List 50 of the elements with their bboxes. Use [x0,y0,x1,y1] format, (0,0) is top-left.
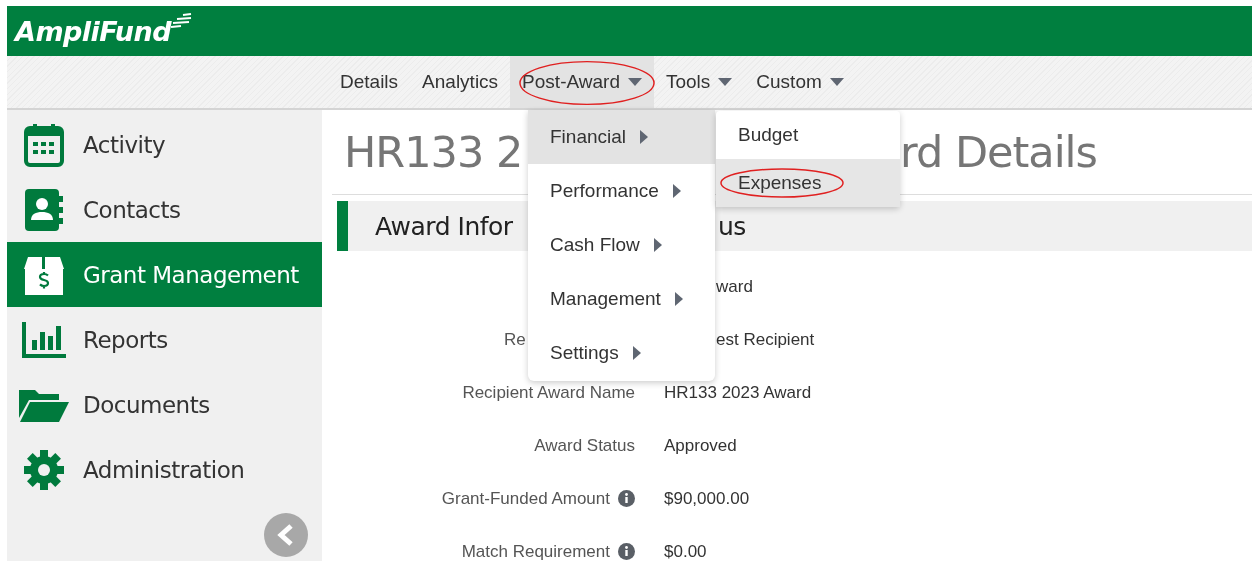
field-value: HR133 2023 Award [664,382,812,403]
nav-tab[interactable]: Details [328,56,411,108]
nav-tab[interactable]: Custom [744,56,856,108]
field-label: Match Requirement [461,541,610,561]
submenu-arrow-icon [674,292,683,306]
sidebar-item[interactable]: Documents [7,372,322,437]
folder-icon [19,387,69,422]
field-label: Grant-Funded Amount [441,488,610,509]
bar-chart-icon [22,321,66,358]
caret-icon [627,78,642,86]
field-value: $0.00 [664,541,707,561]
field-label: Recipient Award Name [462,382,635,403]
calendar-icon [24,122,64,167]
sidebar-item[interactable]: Activity [7,112,322,177]
caret-icon [829,78,844,86]
info-icon[interactable] [618,490,635,507]
info-icon[interactable] [618,543,635,560]
submenu-arrow-icon [632,346,641,360]
logo[interactable]: AmpliFund [15,15,171,47]
sidebar-item[interactable]: Grant Management [7,242,322,307]
section-title: Award Infor [375,211,514,241]
field-value: est Recipient [715,329,815,350]
menu-item[interactable]: Cash Flow [528,218,715,272]
nav-tab[interactable]: Tools [653,56,745,108]
section-title: us [718,211,746,241]
nav-tab[interactable]: Analytics [410,56,511,108]
sidebar-item[interactable]: Administration [7,437,322,502]
menu-item[interactable]: Financial [528,110,715,164]
contact-card-icon [24,187,64,232]
settings-icon [23,448,65,491]
submenu-arrow-icon [653,238,662,252]
field-value: Approved [664,435,737,456]
menu-item[interactable]: Management [528,272,715,326]
submenu-arrow-icon [640,130,649,144]
page-title: HR133 2 [344,127,523,177]
menu-item[interactable]: Expenses [716,159,900,207]
menu-item[interactable]: Settings [528,326,715,380]
field-value: $90,000.00 [664,488,750,509]
field-label: Award Status [534,435,635,456]
nav-tab[interactable]: Post-Award [510,56,654,108]
submenu-arrow-icon [672,184,681,198]
sidebar-item[interactable]: Reports [7,307,322,372]
page-title: rd Details [900,127,1097,177]
menu-item[interactable]: Budget [716,111,900,159]
field-label: Re [504,329,526,350]
sidebar-item[interactable]: Contacts [7,177,322,242]
menu-item[interactable]: Performance [528,164,715,218]
field-value: ward [715,276,753,297]
logo-lines-icon [171,13,193,29]
caret-icon [718,78,733,86]
